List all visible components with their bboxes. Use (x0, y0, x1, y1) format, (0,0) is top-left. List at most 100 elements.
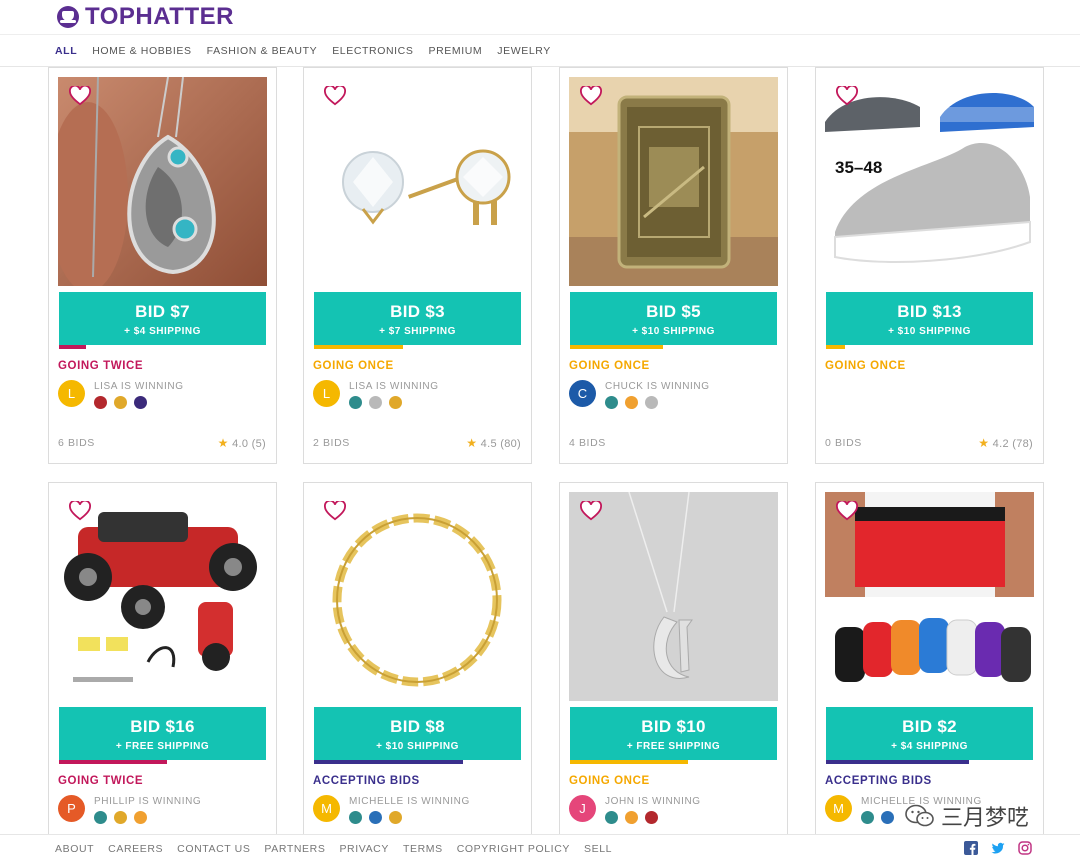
gold-badge-icon (389, 396, 402, 409)
winner-text: MICHELLE IS WINNING (349, 796, 470, 807)
winner-info: L LISA IS WINNING (58, 378, 268, 410)
auction-card[interactable]: BID $5 + $10 SHIPPING GOING ONCE C CHUCK IS … (559, 67, 788, 464)
footer-link-about[interactable]: ABOUT (55, 843, 94, 855)
product-image[interactable] (58, 77, 267, 286)
heart-icon[interactable] (324, 501, 346, 521)
avatar[interactable]: M (313, 795, 340, 822)
red-badge-icon (94, 396, 107, 409)
twitter-icon[interactable] (991, 841, 1005, 855)
hat-logo-icon (57, 6, 79, 28)
gray-badge-icon (369, 396, 382, 409)
bid-price: BID $5 (646, 302, 701, 321)
bid-button[interactable]: BID $5 + $10 SHIPPING (570, 292, 777, 345)
footer-link-sell[interactable]: SELL (584, 843, 612, 855)
auction-progress-bar (314, 760, 463, 764)
heart-icon[interactable] (69, 501, 91, 521)
footer-link-privacy[interactable]: PRIVACY (339, 843, 389, 855)
nav-item-home-hobbies[interactable]: HOME & HOBBIES (92, 45, 191, 57)
auction-card[interactable]: BID $3 + $7 SHIPPING GOING ONCE L LISA IS WI… (303, 67, 532, 464)
bid-button[interactable]: BID $3 + $7 SHIPPING (314, 292, 521, 345)
bid-count: 0 BIDS (825, 437, 862, 449)
product-image[interactable] (569, 492, 778, 701)
nav-item-premium[interactable]: PREMIUM (428, 45, 482, 57)
bid-price: BID $7 (135, 302, 190, 321)
orange-badge-icon (134, 811, 147, 824)
auction-progress-bar (826, 345, 845, 349)
heart-icon[interactable] (836, 501, 858, 521)
star-icon: ★ (217, 436, 229, 450)
product-image[interactable] (58, 492, 267, 701)
badge-list (861, 811, 894, 824)
heart-icon[interactable] (580, 501, 602, 521)
svg-text:35–48: 35–48 (835, 158, 882, 177)
avatar[interactable]: P (58, 795, 85, 822)
badge-list (605, 811, 658, 824)
footer-link-terms[interactable]: TERMS (403, 843, 443, 855)
auction-card[interactable]: BID $16 + FREE SHIPPING GOING TWICE P PHILLI… (48, 482, 277, 861)
auction-status: ACCEPTING BIDS (313, 775, 420, 787)
footer-link-contact-us[interactable]: CONTACT US (177, 843, 250, 855)
heart-icon[interactable] (836, 86, 858, 106)
auction-card[interactable]: BID $7 + $4 SHIPPING GOING TWICE L LISA IS W… (48, 67, 277, 464)
shipping-price: + FREE SHIPPING (626, 741, 721, 752)
instagram-icon[interactable] (1018, 841, 1032, 855)
bid-button[interactable]: BID $8 + $10 SHIPPING (314, 707, 521, 760)
tophatter-logo[interactable]: TOPHATTER (57, 3, 234, 31)
teal-badge-icon (605, 396, 618, 409)
teal-badge-icon (349, 396, 362, 409)
product-image[interactable] (569, 77, 778, 286)
rating: ★ 4.0 (5) (218, 436, 266, 450)
product-image[interactable] (313, 492, 522, 701)
teal-badge-icon (605, 811, 618, 824)
auction-status: GOING TWICE (58, 775, 144, 787)
heart-icon[interactable] (580, 86, 602, 106)
review-count: (80) (500, 438, 521, 450)
avatar[interactable]: C (569, 380, 596, 407)
teal-badge-icon (349, 811, 362, 824)
product-image[interactable] (313, 77, 522, 286)
badge-list (94, 811, 147, 824)
auction-card[interactable]: BID $8 + $10 SHIPPING ACCEPTING BIDS M MICHE… (303, 482, 532, 861)
blue-badge-icon (369, 811, 382, 824)
nav-item-jewelry[interactable]: JEWELRY (497, 45, 551, 57)
facebook-icon[interactable] (964, 841, 978, 855)
auction-card[interactable]: 35–48 BID $13 + $10 SHIPPING GOING ONCE 0 BI… (815, 67, 1044, 464)
review-count: (78) (1012, 438, 1033, 450)
auction-progress-bar (826, 760, 969, 764)
watermark: 三月梦呓 (905, 800, 1029, 832)
nav-item-all[interactable]: ALL (55, 45, 77, 57)
product-image[interactable] (825, 492, 1034, 701)
heart-icon[interactable] (324, 86, 346, 106)
avatar[interactable]: J (569, 795, 596, 822)
bid-count: 6 BIDS (58, 437, 95, 449)
nav-item-fashion-beauty[interactable]: FASHION & BEAUTY (207, 45, 318, 57)
purple-badge-icon (134, 396, 147, 409)
bid-button[interactable]: BID $13 + $10 SHIPPING (826, 292, 1033, 345)
badge-list (605, 396, 658, 409)
footer-link-partners[interactable]: PARTNERS (264, 843, 325, 855)
avatar[interactable]: M (825, 795, 852, 822)
avatar[interactable]: L (313, 380, 340, 407)
bid-button[interactable]: BID $7 + $4 SHIPPING (59, 292, 266, 345)
bid-price: BID $10 (641, 717, 706, 736)
footer-link-copyright-policy[interactable]: COPYRIGHT POLICY (457, 843, 570, 855)
bid-button[interactable]: BID $2 + $4 SHIPPING (826, 707, 1033, 760)
nav-item-electronics[interactable]: ELECTRONICS (332, 45, 413, 57)
rating: ★ 4.2 (78) (978, 436, 1033, 450)
product-image[interactable]: 35–48 (825, 77, 1034, 286)
bid-button[interactable]: BID $10 + FREE SHIPPING (570, 707, 777, 760)
blue-badge-icon (881, 811, 894, 824)
avatar[interactable]: L (58, 380, 85, 407)
winner-info: L LISA IS WINNING (313, 378, 523, 410)
bid-button[interactable]: BID $16 + FREE SHIPPING (59, 707, 266, 760)
rating-value: 4.5 (480, 438, 497, 450)
orange-badge-icon (625, 396, 638, 409)
auction-progress-bar (314, 345, 403, 349)
footer-link-careers[interactable]: CAREERS (108, 843, 163, 855)
watermark-text: 三月梦呓 (941, 806, 1030, 831)
review-count: (5) (251, 438, 266, 450)
bid-price: BID $13 (897, 302, 962, 321)
winner-info: M MICHELLE IS WINNING (313, 793, 523, 825)
heart-icon[interactable] (69, 86, 91, 106)
auction-card[interactable]: BID $10 + FREE SHIPPING GOING ONCE J JOHN IS… (559, 482, 788, 861)
